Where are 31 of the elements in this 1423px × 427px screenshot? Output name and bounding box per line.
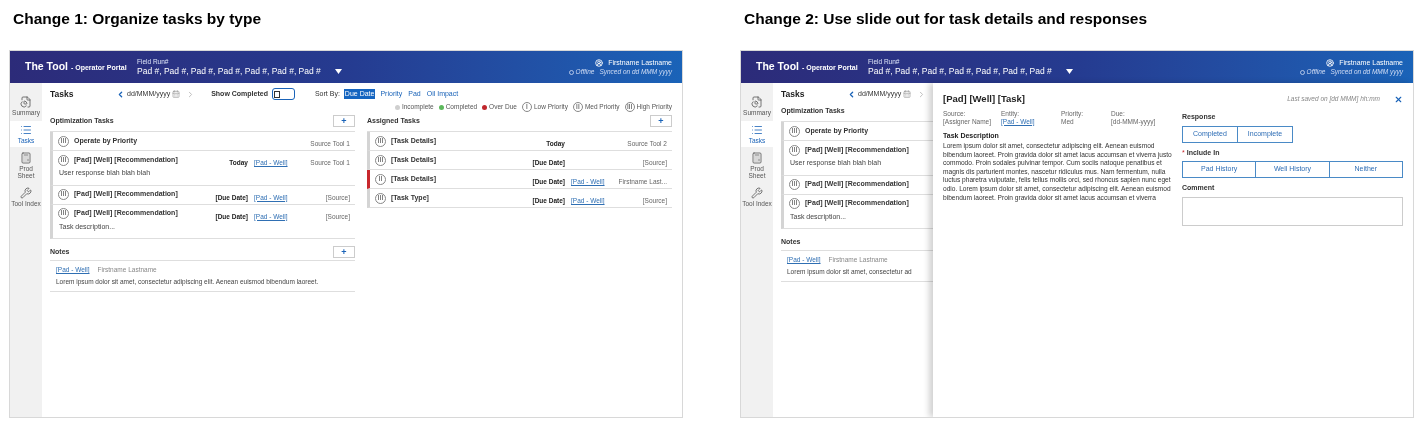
chart-document-icon (751, 96, 763, 108)
add-button[interactable]: + (333, 246, 355, 258)
show-completed-toggle[interactable] (271, 88, 295, 100)
brand-name: The Tool (25, 59, 68, 75)
comment-field[interactable] (1182, 196, 1403, 226)
field-run-value: Pad #, Pad #, Pad #, Pad #, Pad #, Pad #, Pad # (868, 67, 1052, 76)
wrench-icon (751, 187, 763, 199)
change-heading: Change 1: Organize tasks by type (12, 9, 263, 29)
wrench-icon (20, 187, 32, 199)
offline-status-icon (568, 69, 574, 75)
offline-status-icon (1299, 69, 1305, 75)
previous-date-icon[interactable] (847, 89, 856, 99)
previous-date-icon[interactable] (116, 89, 125, 99)
dropdown-caret-icon[interactable] (334, 68, 342, 74)
tasks-title: Tasks (781, 87, 806, 101)
dropdown-caret-icon[interactable] (1065, 68, 1073, 74)
close-icon[interactable] (1394, 94, 1403, 104)
add-button[interactable]: + (650, 115, 672, 127)
tasks-title: Tasks (50, 87, 75, 101)
brand-name: The Tool (756, 59, 799, 75)
chart-document-icon (20, 96, 32, 108)
calculator-icon (751, 152, 763, 164)
add-button[interactable]: + (333, 115, 355, 127)
user-icon[interactable] (595, 58, 604, 67)
list-icon (20, 124, 32, 136)
user-icon[interactable] (1326, 58, 1335, 67)
field-run-value: Pad #, Pad #, Pad #, Pad #, Pad #, Pad #, Pad # (137, 67, 321, 76)
task-detail-title: [Pad] [Well] [Task] (943, 91, 1025, 106)
list-icon (751, 124, 763, 136)
calculator-icon (20, 152, 32, 164)
change-heading: Change 2: Use slide out for task details and responses (743, 9, 1149, 29)
